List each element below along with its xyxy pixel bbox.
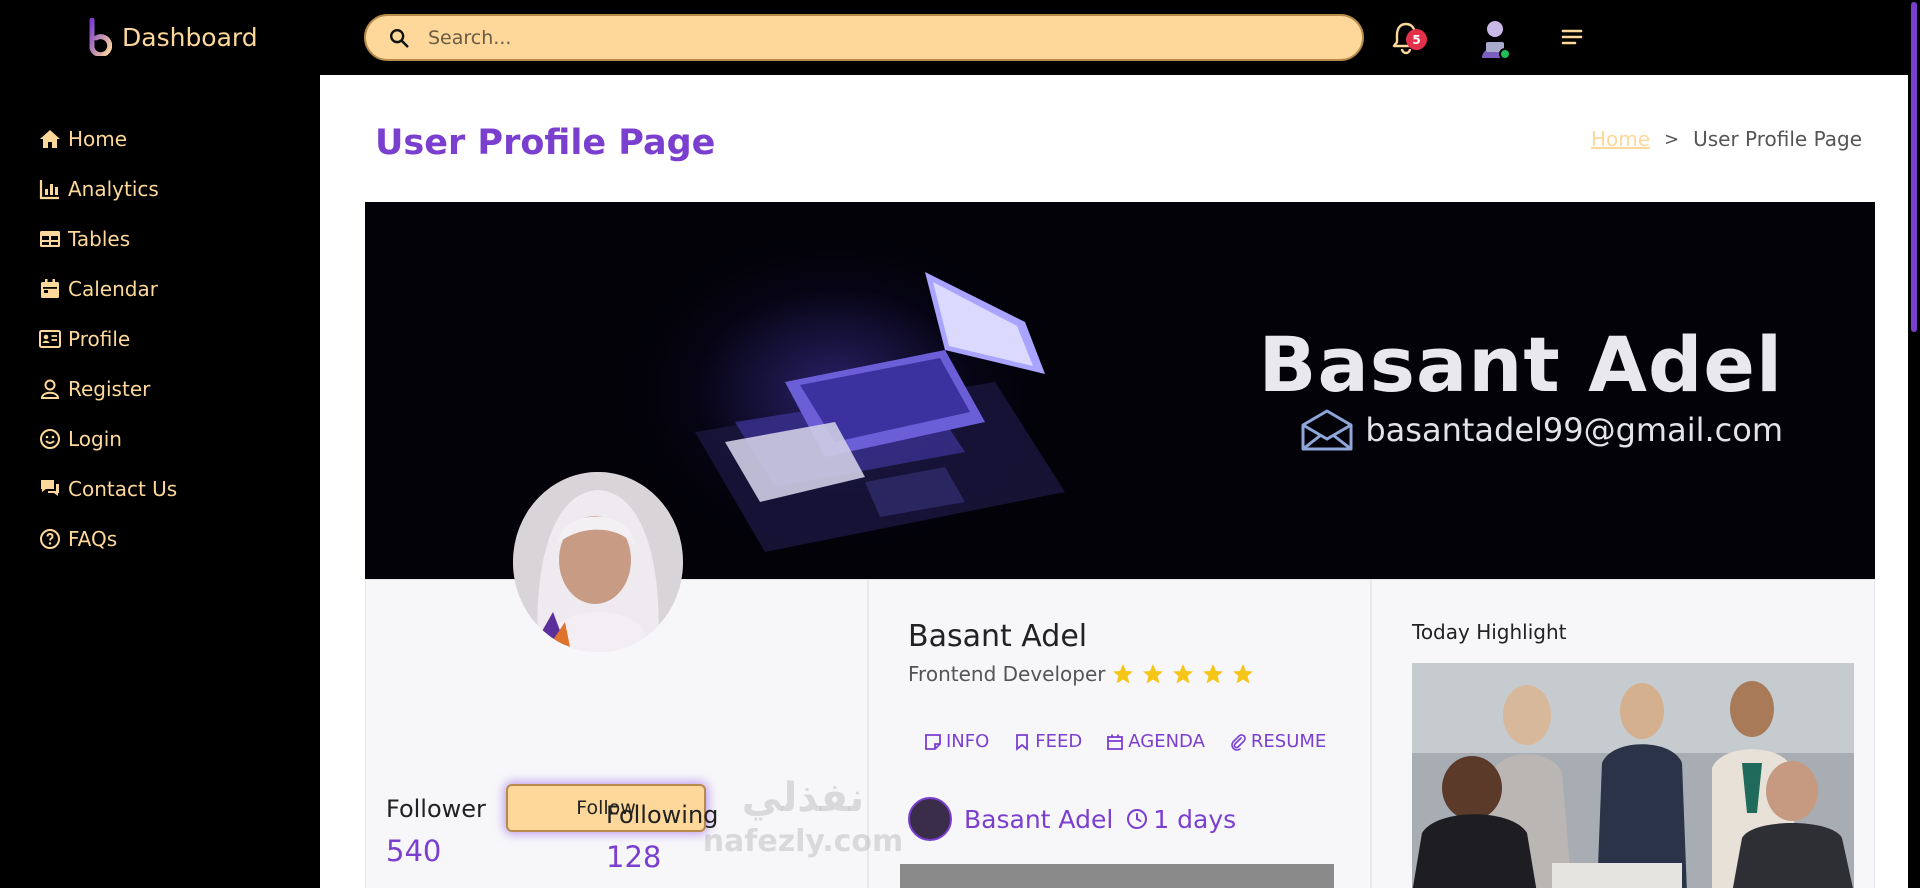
calendar-icon (1107, 734, 1124, 750)
brand[interactable]: Dashboard (86, 16, 258, 58)
search-bar[interactable] (364, 14, 1364, 61)
star-icon (1113, 664, 1134, 684)
bar-chart-icon (39, 180, 59, 200)
sidebar-item-label: Tables (68, 227, 131, 251)
online-status-dot (1499, 48, 1511, 60)
sidebar-item-label: Profile (68, 327, 131, 351)
cover-email: basantadel99@gmail.com (1365, 411, 1783, 449)
sidebar-item-label: Register (68, 377, 151, 401)
star-icon (1203, 664, 1224, 684)
laptop-image (695, 272, 1065, 552)
star-icon (1233, 664, 1254, 684)
sidebar-item-contact-us[interactable]: Contact Us (38, 474, 177, 504)
profile-role-row: Frontend Developer (908, 662, 1255, 686)
breadcrumb-home-link[interactable]: Home (1591, 127, 1650, 151)
smile-icon (40, 429, 60, 449)
question-circle-icon (40, 529, 60, 549)
person-icon (40, 379, 60, 399)
tab-label: RESUME (1250, 731, 1327, 752)
calendar-icon (41, 279, 59, 298)
feed-time: 1 days (1125, 805, 1236, 834)
search-icon (390, 28, 409, 48)
svg-text:nafezly.com: nafezly.com (703, 824, 904, 859)
sidebar-item-label: FAQs (68, 527, 118, 551)
cover-name: Basant Adel (1258, 320, 1783, 409)
profile-name: Basant Adel (908, 619, 1088, 654)
tab-label: INFO (946, 731, 990, 752)
sidebar-item-label: Calendar (68, 277, 158, 301)
team-photo (1412, 663, 1854, 888)
tab-label: AGENDA (1128, 731, 1205, 752)
note-icon (925, 733, 941, 750)
page-title: User Profile Page (375, 123, 716, 163)
following-count: 128 (606, 840, 662, 874)
scrollbar-thumb[interactable] (1911, 2, 1917, 332)
sidebar-item-label: Login (68, 427, 122, 451)
profile-role: Frontend Developer (908, 662, 1106, 686)
profile-tabs: INFO FEED AGENDA RESUME (924, 731, 1326, 752)
feed-author[interactable]: Basant Adel (964, 805, 1113, 834)
main-content: User Profile Page Home > User Profile Pa… (320, 75, 1908, 888)
brand-name: Dashboard (122, 22, 258, 52)
tab-info[interactable]: INFO (924, 731, 989, 752)
tab-resume[interactable]: RESUME (1229, 731, 1326, 752)
tab-feed[interactable]: FEED (1013, 731, 1082, 752)
follower-count: 540 (386, 834, 442, 868)
sidebar-item-calendar[interactable]: Calendar (38, 274, 158, 304)
profile-picture (513, 472, 683, 652)
star-icon (1143, 664, 1164, 684)
chat-icon (41, 480, 59, 496)
feed-time-label: 1 days (1153, 804, 1237, 834)
sidebar-item-profile[interactable]: Profile (38, 324, 130, 354)
envelope-icon (1301, 409, 1353, 451)
sidebar-item-tables[interactable]: Tables (38, 224, 130, 254)
bookmark-icon (1016, 733, 1029, 751)
top-bar: Dashboard 5 (0, 0, 1908, 75)
highlight-image[interactable] (1412, 663, 1854, 888)
table-icon (40, 231, 60, 247)
feed-post-image (900, 864, 1334, 888)
sidebar-item-faqs[interactable]: FAQs (38, 524, 117, 554)
tab-label: FEED (1035, 731, 1083, 752)
hamburger-menu-icon[interactable] (1560, 26, 1584, 48)
breadcrumb-separator: > (1664, 128, 1680, 150)
sidebar: Home Analytics Tables Calendar Profile R… (0, 75, 320, 888)
feed-avatar[interactable] (908, 797, 952, 841)
paperclip-icon (1231, 733, 1246, 751)
feed-post-header: Basant Adel 1 days (908, 797, 1236, 841)
cover-email-row: basantadel99@gmail.com (1299, 407, 1783, 453)
logo-icon (89, 18, 112, 56)
sidebar-item-analytics[interactable]: Analytics (38, 174, 159, 204)
tab-agenda[interactable]: AGENDA (1106, 731, 1205, 752)
sidebar-item-register[interactable]: Register (38, 374, 150, 404)
sidebar-item-label: Contact Us (68, 477, 178, 501)
highlight-title: Today Highlight (1412, 620, 1567, 644)
sidebar-item-label: Home (68, 127, 128, 151)
notification-badge: 5 (1406, 29, 1427, 50)
sidebar-item-home[interactable]: Home (38, 124, 127, 154)
breadcrumb-current: User Profile Page (1693, 127, 1862, 151)
clock-icon (1127, 809, 1148, 829)
id-card-icon (39, 330, 61, 348)
home-icon (40, 130, 60, 148)
search-input[interactable] (428, 26, 1328, 49)
sidebar-item-label: Analytics (68, 177, 159, 201)
profile-photo (513, 472, 683, 652)
watermark-icon: نفذلي nafezly.com (703, 775, 904, 859)
star-icon (1173, 664, 1194, 684)
follower-label: Follower (386, 795, 486, 823)
breadcrumb: Home > User Profile Page (1591, 127, 1862, 151)
svg-text:نفذلي: نفذلي (742, 775, 864, 821)
watermark-logo: نفذلي nafezly.com (698, 773, 908, 872)
sidebar-item-login[interactable]: Login (38, 424, 122, 454)
